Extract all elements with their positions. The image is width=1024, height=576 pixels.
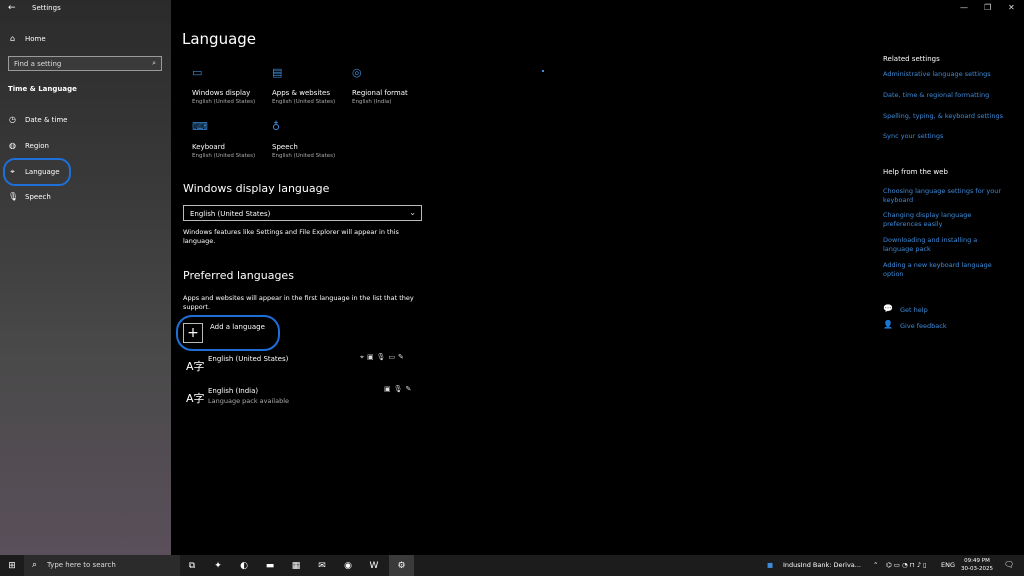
add-language-annotation-circle bbox=[176, 315, 280, 351]
language-status: Language pack available bbox=[208, 397, 289, 405]
clock-time: 09:49 PM bbox=[964, 558, 990, 564]
sidebar bbox=[0, 0, 171, 555]
tile-sub: English (United States) bbox=[272, 99, 336, 105]
help-web-heading: Help from the web bbox=[883, 168, 948, 176]
related-settings-heading: Related settings bbox=[883, 55, 940, 63]
cursor-dot bbox=[542, 70, 544, 72]
tile-windows-display[interactable]: ▭ Windows display English (United States… bbox=[192, 66, 272, 105]
keyboard-icon: ⌨ bbox=[192, 120, 208, 133]
maximize-button[interactable]: ❐ bbox=[984, 3, 991, 12]
tile-keyboard[interactable]: ⌨ Keyboard English (United States) bbox=[192, 120, 272, 159]
back-icon[interactable]: ← bbox=[8, 3, 16, 13]
microphone-icon: 🎙 bbox=[8, 192, 19, 201]
feedback-icon: 👤 bbox=[883, 320, 893, 329]
clock-date: 30-03-2025 bbox=[961, 566, 993, 572]
taskbar-search-placeholder: Type here to search bbox=[47, 561, 116, 569]
get-help-icon: 💬 bbox=[883, 304, 893, 313]
tile-name: Keyboard bbox=[192, 143, 225, 151]
close-button[interactable]: ✕ bbox=[1008, 3, 1015, 12]
language-glyph-icon: A字 bbox=[186, 360, 205, 373]
file-explorer-icon[interactable]: ▬ bbox=[260, 555, 280, 576]
page-title: Language bbox=[182, 30, 257, 48]
tile-name: Windows display bbox=[192, 89, 251, 97]
tile-speech[interactable]: ♁ Speech English (United States) bbox=[272, 120, 352, 159]
sidebar-item-date-time[interactable]: ◷ Date & time bbox=[8, 115, 67, 124]
settings-window: ← Settings — ❐ ✕ ⌂ Home Find a setting ⌕… bbox=[0, 0, 1024, 555]
monitor-icon: ▭ bbox=[192, 66, 203, 79]
search-icon: ⌕ bbox=[152, 59, 156, 67]
link-help-keyboard[interactable]: Choosing language settings for your keyb… bbox=[883, 187, 1008, 205]
search-input[interactable]: Find a setting ⌕ bbox=[8, 56, 162, 71]
home-icon: ⌂ bbox=[9, 34, 16, 43]
sidebar-item-region[interactable]: ◍ Region bbox=[8, 141, 49, 150]
chrome-icon[interactable]: ◉ bbox=[338, 555, 358, 576]
store-icon[interactable]: ▦ bbox=[286, 555, 306, 576]
sidebar-item-label: Speech bbox=[25, 192, 51, 201]
get-help-link[interactable]: Get help bbox=[900, 306, 980, 315]
display-language-note: Windows features like Settings and File … bbox=[183, 228, 399, 245]
sidebar-item-label: Date & time bbox=[25, 115, 68, 124]
news-icon: ■ bbox=[767, 561, 774, 569]
link-help-language-pack[interactable]: Downloading and installing a language pa… bbox=[883, 236, 1008, 254]
display-language-heading: Windows display language bbox=[183, 182, 330, 195]
news-ticker[interactable]: IndusInd Bank: Deriva... bbox=[783, 561, 861, 569]
display-language-value: English (United States) bbox=[190, 210, 271, 218]
region-icon: ◍ bbox=[9, 141, 16, 150]
settings-taskbar-icon[interactable]: ⚙ bbox=[389, 555, 414, 576]
language-name: English (India) bbox=[208, 387, 259, 395]
link-administrative-language[interactable]: Administrative language settings bbox=[883, 70, 1008, 79]
tile-sub: English (India) bbox=[352, 99, 392, 105]
language-features-icon: ▣🎙✎ bbox=[384, 385, 415, 393]
search-icon: ⌕ bbox=[32, 560, 38, 570]
app-title: Settings bbox=[32, 4, 61, 12]
title-bar: ← Settings — ❐ ✕ bbox=[0, 0, 1024, 18]
link-spelling-typing-keyboard[interactable]: Spelling, typing, & keyboard settings bbox=[883, 112, 1008, 121]
language-features-icon: ⌖▣🎙▭✎ bbox=[360, 353, 407, 361]
calendar-icon: ◷ bbox=[9, 115, 16, 124]
microphone-icon: ♁ bbox=[272, 120, 281, 133]
language-glyph-icon: A字 bbox=[186, 392, 205, 405]
taskbar-search[interactable]: ⌕ Type here to search bbox=[24, 555, 180, 576]
link-date-time-regional[interactable]: Date, time & regional formatting bbox=[883, 91, 1008, 100]
search-placeholder: Find a setting bbox=[14, 60, 62, 68]
window-icon: ▤ bbox=[272, 66, 283, 79]
link-help-display-language[interactable]: Changing display language preferences ea… bbox=[883, 211, 1008, 229]
outlook-icon[interactable]: ✉ bbox=[312, 555, 332, 576]
tile-sub: English (United States) bbox=[272, 153, 336, 159]
link-help-keyboard-language[interactable]: Adding a new keyboard language option bbox=[883, 261, 1008, 279]
tile-apps-websites[interactable]: ▤ Apps & websites English (United States… bbox=[272, 66, 352, 105]
display-language-select[interactable]: English (United States) ⌄ bbox=[183, 205, 422, 221]
sidebar-item-speech[interactable]: 🎙 Speech bbox=[8, 192, 51, 201]
input-language[interactable]: ENG bbox=[941, 561, 955, 569]
edge-icon[interactable]: ◐ bbox=[234, 555, 254, 576]
link-sync-settings[interactable]: Sync your settings bbox=[883, 132, 1008, 141]
tile-regional-format[interactable]: ◎ Regional format English (India) bbox=[352, 66, 432, 105]
sidebar-item-home[interactable]: ⌂ Home bbox=[8, 34, 46, 43]
sidebar-home-label: Home bbox=[25, 34, 46, 43]
tile-sub: English (United States) bbox=[192, 153, 256, 159]
taskbar: ⊞ ⌕ Type here to search ⧉ ✦ ◐ ▬ ▦ ✉ ◉ W … bbox=[0, 555, 1024, 576]
sidebar-item-label: Region bbox=[25, 141, 49, 150]
clock[interactable]: 09:49 PM 30-03-2025 bbox=[958, 557, 996, 573]
sidebar-section-title: Time & Language bbox=[8, 85, 77, 93]
task-view-icon[interactable]: ⧉ bbox=[182, 555, 202, 576]
preferred-languages-note: Apps and websites will appear in the fir… bbox=[183, 294, 414, 311]
copilot-icon[interactable]: ✦ bbox=[208, 555, 228, 576]
language-annotation-circle bbox=[3, 158, 71, 186]
preferred-languages-heading: Preferred languages bbox=[183, 269, 294, 282]
tile-name: Regional format bbox=[352, 89, 408, 97]
word-icon[interactable]: W bbox=[364, 555, 384, 576]
chevron-down-icon: ⌄ bbox=[409, 208, 416, 217]
give-feedback-link[interactable]: Give feedback bbox=[900, 322, 980, 331]
notifications-icon[interactable]: 🗨 bbox=[1004, 560, 1014, 569]
tile-name: Speech bbox=[272, 143, 298, 151]
tile-name: Apps & websites bbox=[272, 89, 330, 97]
language-name: English (United States) bbox=[208, 355, 289, 363]
start-button[interactable]: ⊞ bbox=[0, 555, 24, 576]
tile-sub: English (United States) bbox=[192, 99, 256, 105]
minimize-button[interactable]: — bbox=[960, 3, 968, 12]
globe-icon: ◎ bbox=[352, 66, 362, 79]
tray-icons[interactable]: ⌬ ▭ ◔ ⊓ ♪ ▯ bbox=[886, 561, 927, 569]
tray-chevron-icon[interactable]: ⌃ bbox=[873, 561, 878, 569]
